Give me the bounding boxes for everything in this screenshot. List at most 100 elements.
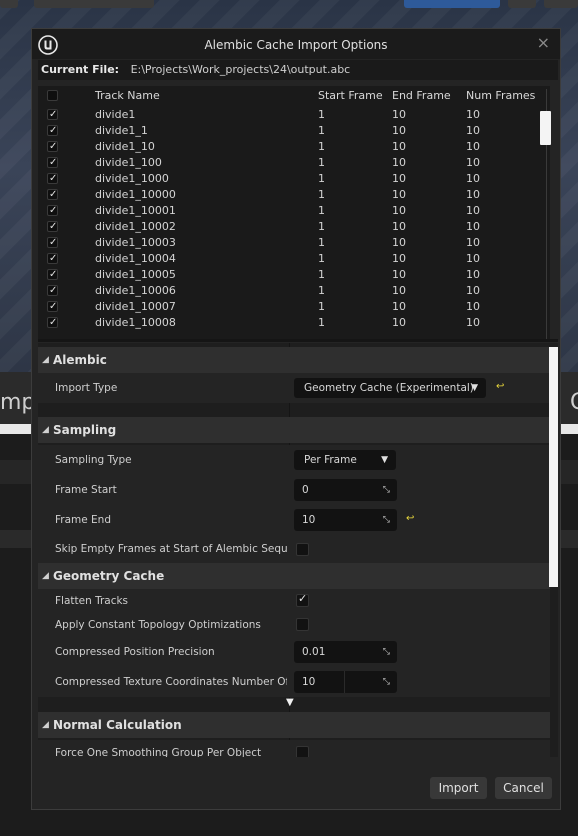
- skip-empty-frames-checkbox[interactable]: [296, 543, 309, 556]
- checkmark-icon: ✓: [49, 157, 58, 168]
- drag-value-icon[interactable]: ⤡: [383, 509, 390, 531]
- track-start-frame: 1: [318, 236, 325, 249]
- track-checkbox[interactable]: ✓: [47, 285, 58, 296]
- track-start-frame: 1: [318, 268, 325, 281]
- track-row[interactable]: ✓ divide1_10007 1 10 10: [38, 299, 550, 315]
- section-header-geometry-cache[interactable]: ◢ Geometry Cache: [38, 563, 550, 589]
- smoothing-group-checkbox[interactable]: [296, 746, 309, 757]
- property-frame-end: Frame End 10 ⤡ ↩: [38, 505, 550, 535]
- checkmark-icon: ✓: [49, 125, 58, 136]
- track-end-frame: 10: [392, 124, 406, 137]
- sampling-type-dropdown[interactable]: Per Frame ▼: [294, 450, 396, 470]
- toolbar-button[interactable]: [0, 0, 18, 8]
- track-checkbox[interactable]: ✓: [47, 317, 58, 328]
- track-row[interactable]: ✓ divide1_10002 1 10 10: [38, 219, 550, 235]
- toolbar-button[interactable]: [508, 0, 536, 8]
- cancel-button[interactable]: Cancel: [495, 777, 552, 799]
- reset-to-default-icon[interactable]: ↩: [496, 381, 504, 392]
- track-checkbox[interactable]: ✓: [47, 189, 58, 200]
- property-label: Frame End: [55, 514, 112, 526]
- toolbar-button[interactable]: [544, 0, 578, 8]
- track-checkbox[interactable]: ✓: [47, 221, 58, 232]
- track-row[interactable]: ✓ divide1_10004 1 10 10: [38, 251, 550, 267]
- track-row[interactable]: ✓ divide1_100 1 10 10: [38, 155, 550, 171]
- chevron-down-icon: ▼: [471, 383, 478, 393]
- collapse-arrow-icon: ◢: [42, 355, 49, 365]
- close-icon[interactable]: ×: [537, 33, 550, 52]
- track-end-frame: 10: [392, 188, 406, 201]
- section-header-normal-calculation[interactable]: ◢ Normal Calculation: [38, 712, 550, 738]
- position-precision-input[interactable]: 0.01 ⤡: [294, 641, 397, 663]
- track-row[interactable]: ✓ divide1_10003 1 10 10: [38, 235, 550, 251]
- toolbar-button[interactable]: [404, 0, 500, 8]
- track-num-frames: 10: [466, 108, 480, 121]
- track-checkbox[interactable]: ✓: [47, 253, 58, 264]
- drag-value-icon[interactable]: ⤡: [383, 641, 390, 663]
- column-header-start-frame[interactable]: Start Frame: [318, 86, 383, 106]
- topology-optimizations-checkbox[interactable]: [296, 618, 309, 631]
- drag-value-icon[interactable]: ⤡: [383, 671, 390, 693]
- property-topology-optimizations: Apply Constant Topology Optimizations: [38, 613, 550, 637]
- import-type-dropdown[interactable]: Geometry Cache (Experimental) ▼: [294, 378, 486, 398]
- track-checkbox[interactable]: ✓: [47, 141, 58, 152]
- track-row[interactable]: ✓ divide1_1 1 10 10: [38, 123, 550, 139]
- track-name: divide1_10000: [95, 188, 176, 201]
- track-end-frame: 10: [392, 236, 406, 249]
- current-file-label: Current File:: [41, 63, 120, 76]
- track-row[interactable]: ✓ divide1_10 1 10 10: [38, 139, 550, 155]
- track-list[interactable]: Track Name Start Frame End Frame Num Fra…: [38, 86, 550, 339]
- track-list-header: Track Name Start Frame End Frame Num Fra…: [38, 86, 550, 106]
- track-name: divide1_10002: [95, 220, 176, 233]
- track-end-frame: 10: [392, 140, 406, 153]
- track-end-frame: 10: [392, 172, 406, 185]
- track-row[interactable]: ✓ divide1 1 10 10: [38, 107, 550, 123]
- track-checkbox[interactable]: ✓: [47, 173, 58, 184]
- column-header-end-frame[interactable]: End Frame: [392, 86, 451, 106]
- section-title: Sampling: [53, 423, 117, 437]
- track-list-scrollbar[interactable]: [540, 111, 551, 145]
- toolbar-button[interactable]: [34, 0, 154, 8]
- texcoord-bits-input[interactable]: 10 ⤡: [294, 671, 397, 693]
- track-checkbox[interactable]: ✓: [47, 237, 58, 248]
- frame-end-input[interactable]: 10 ⤡: [294, 509, 397, 531]
- checkmark-icon: ✓: [49, 141, 58, 152]
- track-name: divide1_1: [95, 124, 148, 137]
- track-end-frame: 10: [392, 220, 406, 233]
- settings-scrollbar[interactable]: [549, 347, 558, 587]
- import-button[interactable]: Import: [430, 777, 487, 799]
- section-header-alembic[interactable]: ◢ Alembic: [38, 347, 550, 373]
- column-header-num-frames[interactable]: Num Frames: [466, 86, 535, 106]
- frame-start-input[interactable]: 0 ⤡: [294, 479, 397, 501]
- track-checkbox[interactable]: ✓: [47, 301, 58, 312]
- select-all-checkbox[interactable]: [47, 90, 58, 101]
- input-value: 0.01: [302, 646, 326, 658]
- track-checkbox[interactable]: ✓: [47, 205, 58, 216]
- reset-to-default-icon[interactable]: ↩: [406, 513, 414, 524]
- property-label: Compressed Position Precision: [55, 646, 215, 658]
- track-row[interactable]: ✓ divide1_10000 1 10 10: [38, 187, 550, 203]
- panel-splitter[interactable]: [38, 339, 558, 342]
- section-header-sampling[interactable]: ◢ Sampling: [38, 417, 550, 443]
- track-checkbox[interactable]: ✓: [47, 109, 58, 120]
- track-start-frame: 1: [318, 316, 325, 329]
- track-checkbox[interactable]: ✓: [47, 157, 58, 168]
- drag-value-icon[interactable]: ⤡: [383, 479, 390, 501]
- track-end-frame: 10: [392, 316, 406, 329]
- track-row[interactable]: ✓ divide1_10005 1 10 10: [38, 267, 550, 283]
- property-texcoord-bits: Compressed Texture Coordinates Number Of…: [38, 667, 550, 697]
- checkmark-icon: ✓: [298, 592, 308, 605]
- property-label: Skip Empty Frames at Start of Alembic Se…: [55, 543, 287, 555]
- track-checkbox[interactable]: ✓: [47, 125, 58, 136]
- track-row[interactable]: ✓ divide1_1000 1 10 10: [38, 171, 550, 187]
- flatten-tracks-checkbox[interactable]: ✓: [296, 592, 309, 607]
- collapse-arrow-icon: ◢: [42, 571, 49, 581]
- track-row[interactable]: ✓ divide1_10006 1 10 10: [38, 283, 550, 299]
- track-row[interactable]: ✓ divide1_10008 1 10 10: [38, 315, 550, 331]
- column-header-track-name[interactable]: Track Name: [95, 86, 160, 106]
- checkmark-icon: ✓: [49, 109, 58, 120]
- track-row[interactable]: ✓ divide1_10001 1 10 10: [38, 203, 550, 219]
- checkmark-icon: ✓: [49, 285, 58, 296]
- dropdown-value: Per Frame: [304, 454, 357, 466]
- expand-more-icon[interactable]: ▼: [286, 697, 294, 708]
- track-checkbox[interactable]: ✓: [47, 269, 58, 280]
